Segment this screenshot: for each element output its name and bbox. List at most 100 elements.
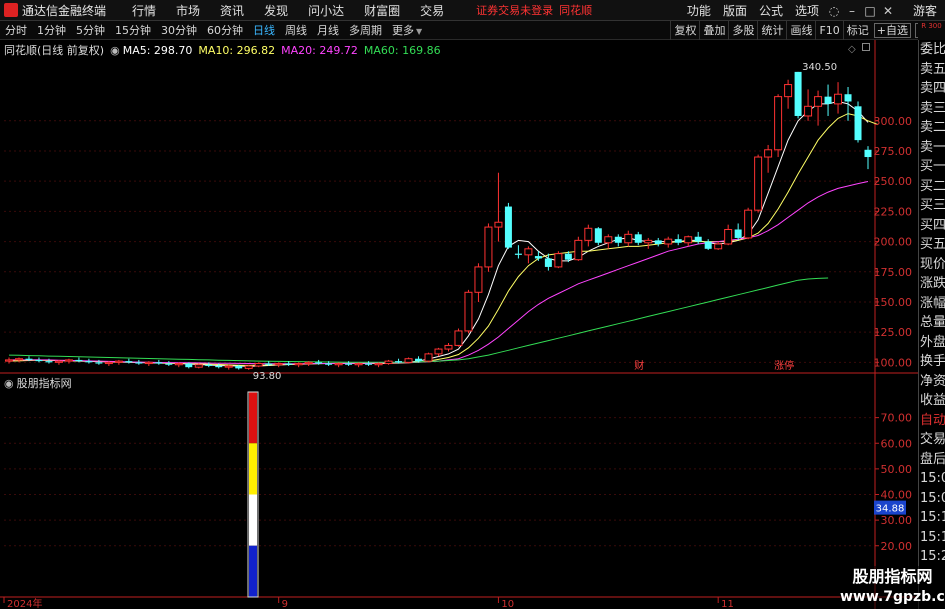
maximize-icon[interactable]: □ (861, 4, 879, 18)
overlay-button[interactable]: 叠加 (699, 21, 728, 40)
indicator-tick-label: 30.00 (881, 514, 913, 527)
candle-body (824, 96, 832, 104)
guest-user[interactable]: 游客 (897, 2, 945, 19)
order-book-row[interactable]: 买四 (919, 216, 945, 236)
candle-body (224, 365, 233, 368)
diamond-icon[interactable]: ◇ (848, 44, 856, 55)
candlestick (514, 245, 522, 259)
order-book-row[interactable]: 外盘 (919, 333, 945, 353)
add-watchlist-button[interactable]: +自选 (873, 23, 911, 38)
kline-chart-svg[interactable]: 100.00 125.00 150.00 175.00 200.00 225.00 250.… (0, 40, 945, 609)
price-tick-label: 250.00 (874, 175, 913, 188)
order-book-row[interactable]: 买三 (919, 196, 945, 216)
candlestick (444, 343, 453, 352)
order-book-row[interactable]: 涨跌 (919, 274, 945, 294)
order-book-row[interactable]: 15:14 (919, 528, 945, 548)
order-book-row[interactable]: 涨幅 (919, 294, 945, 314)
menu-trade[interactable]: 交易 (410, 2, 454, 19)
close-icon[interactable]: ✕ (879, 4, 897, 18)
menu-quotes[interactable]: 行情 (122, 2, 166, 19)
period-30min[interactable]: 30分钟 (156, 22, 202, 38)
candlestick (194, 363, 203, 369)
order-book-row[interactable]: 卖三 (919, 99, 945, 119)
period-weekly[interactable]: 周线 (280, 22, 312, 38)
order-book-row[interactable]: 卖一 (919, 138, 945, 158)
order-book-row[interactable]: 15:29 (919, 547, 945, 567)
candle-body (365, 363, 373, 365)
trade-login-status[interactable]: 证券交易未登录 (476, 2, 553, 18)
menu-options[interactable]: 选项 (789, 2, 825, 19)
candle-body (415, 358, 423, 362)
order-book-row[interactable]: 卖五 (919, 60, 945, 80)
candlestick (85, 358, 93, 364)
period-60min[interactable]: 60分钟 (202, 22, 248, 38)
help-icon[interactable]: ◌ (825, 4, 843, 18)
broker-brand[interactable]: 同花顺 (559, 2, 592, 18)
date-tick-label: 11 (721, 599, 734, 609)
menu-market[interactable]: 市场 (166, 2, 210, 19)
order-book-row[interactable]: 盘后 (919, 450, 945, 470)
candlestick (244, 364, 253, 370)
window-toggle-icon[interactable] (862, 43, 870, 51)
indicator-name[interactable]: 股朋指标网 (17, 375, 72, 391)
order-book-row[interactable]: 现价 (919, 255, 945, 275)
order-book-row[interactable]: 买二 (919, 177, 945, 197)
kline-chart[interactable]: 100.00 125.00 150.00 175.00 200.00 225.00 250.… (0, 40, 945, 609)
period-intraday[interactable]: 分时 (0, 22, 32, 38)
multi-stock-button[interactable]: 多股 (728, 21, 757, 40)
order-book-row[interactable]: 交易 (919, 430, 945, 450)
menu-layout[interactable]: 版面 (717, 2, 753, 19)
period-15min[interactable]: 15分钟 (110, 22, 156, 38)
period-daily[interactable]: 日线 (248, 22, 280, 38)
menu-functions[interactable]: 功能 (681, 2, 717, 19)
candlestick (824, 84, 832, 116)
date-axis: 2024年 9 10 11 (3, 597, 734, 609)
candle-body (834, 93, 843, 105)
period-more[interactable]: 更多 ▼ (387, 22, 427, 38)
draw-line-button[interactable]: 画线 (786, 21, 815, 40)
period-more-label: 更多 (392, 24, 414, 37)
candlestick (694, 231, 702, 244)
period-monthly[interactable]: 月线 (312, 22, 344, 38)
period-multi[interactable]: 多周期 (344, 22, 387, 38)
order-book-row[interactable]: 收益 (919, 391, 945, 411)
period-1min[interactable]: 1分钟 (32, 22, 71, 38)
order-book-row[interactable]: 自动 (919, 411, 945, 431)
candle-body (304, 361, 313, 365)
indicator-panel-toggle-icon[interactable]: ◉ (4, 377, 14, 390)
adjust-button[interactable]: 复权 (670, 21, 699, 40)
candlestick (494, 172, 503, 242)
menu-formula[interactable]: 公式 (753, 2, 789, 19)
candlestick (35, 357, 43, 363)
menu-news[interactable]: 资讯 (210, 2, 254, 19)
statistics-button[interactable]: 统计 (757, 21, 786, 40)
order-book-row[interactable]: 15:09 (919, 489, 945, 509)
order-book-row[interactable]: 总量 (919, 313, 945, 333)
order-book-row[interactable]: 买五 (919, 235, 945, 255)
indicator-toggle-icon[interactable]: ◉ (110, 44, 120, 57)
ma20-label: MA20: 249.72 (281, 43, 358, 57)
order-book-row[interactable]: 卖四 (919, 79, 945, 99)
candle-body (384, 360, 393, 365)
menu-discover[interactable]: 发现 (254, 2, 298, 19)
minimize-icon[interactable]: – (843, 4, 861, 18)
order-book-row[interactable]: 净资 (919, 372, 945, 392)
order-book-row[interactable]: 15:11 (919, 508, 945, 528)
stock-name[interactable]: 同花顺(日线 前复权) (4, 42, 104, 58)
candle-body (155, 362, 163, 364)
candle-body (784, 84, 793, 98)
menu-ask-assistant[interactable]: 问小达 (298, 2, 354, 19)
order-book-row[interactable]: 委比 (919, 40, 945, 60)
candlestick (354, 362, 363, 368)
candle-body (734, 229, 742, 238)
mark-button[interactable]: 标记 (842, 21, 872, 40)
menu-wealth-circle[interactable]: 财富圈 (354, 2, 410, 19)
candle-body (114, 360, 123, 363)
order-book-row[interactable]: 15:05 (919, 469, 945, 489)
order-book-row[interactable]: 换手 (919, 352, 945, 372)
candle-body (694, 236, 702, 242)
order-book-row[interactable]: 买一 (919, 157, 945, 177)
f10-button[interactable]: F10 (815, 21, 842, 40)
order-book-row[interactable]: 卖二 (919, 118, 945, 138)
period-5min[interactable]: 5分钟 (71, 22, 110, 38)
